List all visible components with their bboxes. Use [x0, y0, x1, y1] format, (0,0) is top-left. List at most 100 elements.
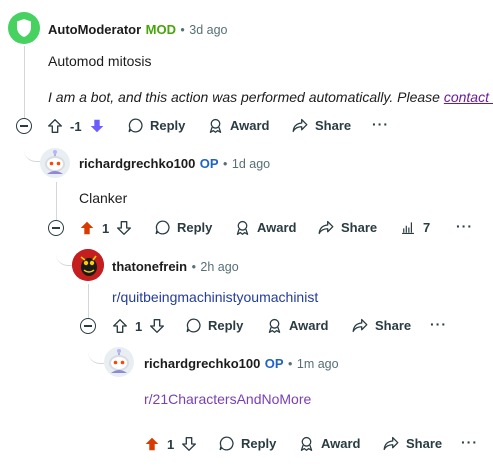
thread-elbow-3 [88, 334, 104, 364]
award-icon [300, 436, 313, 451]
upvote-icon[interactable] [143, 435, 161, 453]
timestamp[interactable]: 1d ago [232, 157, 270, 171]
vote-count: 1 [135, 318, 143, 334]
comment-header-2: richardgrechko100 OP • 1d ago [79, 155, 270, 173]
reply-button-4[interactable]: Reply [218, 435, 276, 452]
award-label: Award [230, 118, 270, 133]
collapse-button-3[interactable] [80, 318, 96, 334]
share-icon [383, 436, 399, 451]
snoo-avatar-icon [45, 150, 65, 174]
shield-icon [17, 19, 31, 37]
user-avatar[interactable] [104, 347, 134, 377]
share-button-4[interactable]: Share [382, 435, 442, 452]
comment-icon [128, 118, 143, 133]
user-avatar[interactable] [40, 148, 70, 178]
author-name[interactable]: richardgrechko100 [79, 156, 195, 171]
more-options-button-2[interactable]: ··· [456, 218, 473, 234]
separator-dot: • [288, 357, 293, 371]
vote-controls-4: 1 [143, 435, 198, 453]
subreddit-link[interactable]: r/quitbeingmachinistyoumachinist [112, 289, 318, 305]
reply-button-3[interactable]: Reply [185, 317, 243, 334]
timestamp[interactable]: 1m ago [297, 357, 339, 371]
reply-label: Reply [241, 436, 277, 451]
op-badge: OP [264, 356, 284, 371]
award-button-4[interactable]: Award [298, 435, 361, 452]
reply-button-1[interactable]: Reply [127, 117, 185, 134]
reply-label: Reply [208, 318, 244, 333]
comment-body-1: Automod mitosis [48, 53, 152, 69]
author-name[interactable]: richardgrechko100 [144, 356, 260, 371]
downvote-icon[interactable] [115, 219, 133, 237]
share-button-1[interactable]: Share [291, 117, 351, 134]
award-button-2[interactable]: Award [234, 219, 297, 236]
bar-chart-icon [402, 222, 414, 235]
award-label: Award [289, 318, 329, 333]
timestamp[interactable]: 3d ago [189, 23, 227, 37]
share-button-2[interactable]: Share [317, 219, 377, 236]
insights-button[interactable]: 7 [399, 219, 430, 236]
share-icon [352, 318, 368, 333]
op-badge: OP [199, 156, 219, 171]
collapse-button-1[interactable] [16, 118, 32, 134]
vote-count: 1 [167, 436, 175, 452]
separator-dot: • [191, 260, 196, 274]
separator-dot: • [180, 23, 185, 37]
comment-icon [155, 220, 170, 235]
reply-button-2[interactable]: Reply [154, 219, 212, 236]
upvote-icon[interactable] [46, 117, 64, 135]
timestamp[interactable]: 2h ago [200, 260, 238, 274]
comment-body-2: Clanker [79, 190, 128, 206]
share-label: Share [341, 220, 378, 235]
vote-count: -1 [70, 118, 82, 134]
reply-label: Reply [177, 220, 213, 235]
more-options-button-4[interactable]: ··· [461, 434, 478, 450]
award-icon [209, 118, 222, 133]
more-options-button-1[interactable]: ··· [372, 116, 389, 132]
thread-line-2 [56, 182, 57, 222]
automoderator-avatar[interactable] [8, 12, 40, 44]
collapse-button-2[interactable] [48, 220, 64, 236]
vote-controls-3: 1 [111, 317, 166, 335]
vote-controls-1: -1 [46, 117, 106, 135]
award-icon [236, 220, 249, 235]
award-button-3[interactable]: Award [266, 317, 329, 334]
vote-controls-2: 1 [78, 219, 133, 237]
reply-label: Reply [150, 118, 186, 133]
share-label: Share [315, 118, 352, 133]
bot-disclaimer: I am a bot, and this action was performe… [48, 89, 493, 105]
thread-line-root [24, 46, 25, 126]
share-label: Share [375, 318, 412, 333]
snoo-avatar-icon [109, 349, 129, 373]
contact-link[interactable]: contact th [444, 89, 493, 105]
upvote-icon[interactable] [111, 317, 129, 335]
snoo-avatar-icon [72, 249, 104, 281]
separator-dot: • [223, 157, 228, 171]
award-icon [268, 318, 281, 333]
award-label: Award [257, 220, 297, 235]
user-avatar[interactable] [72, 249, 104, 281]
bot-disclaimer-text: I am a bot, and this action was performe… [48, 89, 440, 105]
more-options-button-3[interactable]: ··· [430, 316, 447, 332]
share-button-3[interactable]: Share [351, 317, 411, 334]
award-button-1[interactable]: Award [207, 117, 270, 134]
mod-badge: MOD [145, 22, 176, 37]
insights-count: 7 [423, 220, 431, 235]
author-name[interactable]: AutoModerator [48, 22, 141, 37]
vote-count: 1 [102, 220, 110, 236]
share-icon [318, 220, 334, 235]
thread-line-3 [88, 284, 89, 320]
share-icon [292, 118, 308, 133]
award-label: Award [321, 436, 361, 451]
comment-header-4: richardgrechko100 OP • 1m ago [144, 355, 339, 373]
comment-header-3: thatonefrein • 2h ago [112, 258, 239, 276]
downvote-icon[interactable] [180, 435, 198, 453]
share-label: Share [406, 436, 443, 451]
upvote-icon[interactable] [78, 219, 96, 237]
downvote-icon[interactable] [88, 117, 106, 135]
comment-header-1: AutoModerator MOD • 3d ago [48, 21, 228, 39]
downvote-icon[interactable] [148, 317, 166, 335]
comment-icon [219, 436, 234, 451]
subreddit-link[interactable]: r/21CharactersAndNoMore [144, 391, 311, 407]
thread-elbow-2 [56, 236, 72, 266]
author-name[interactable]: thatonefrein [112, 259, 187, 274]
